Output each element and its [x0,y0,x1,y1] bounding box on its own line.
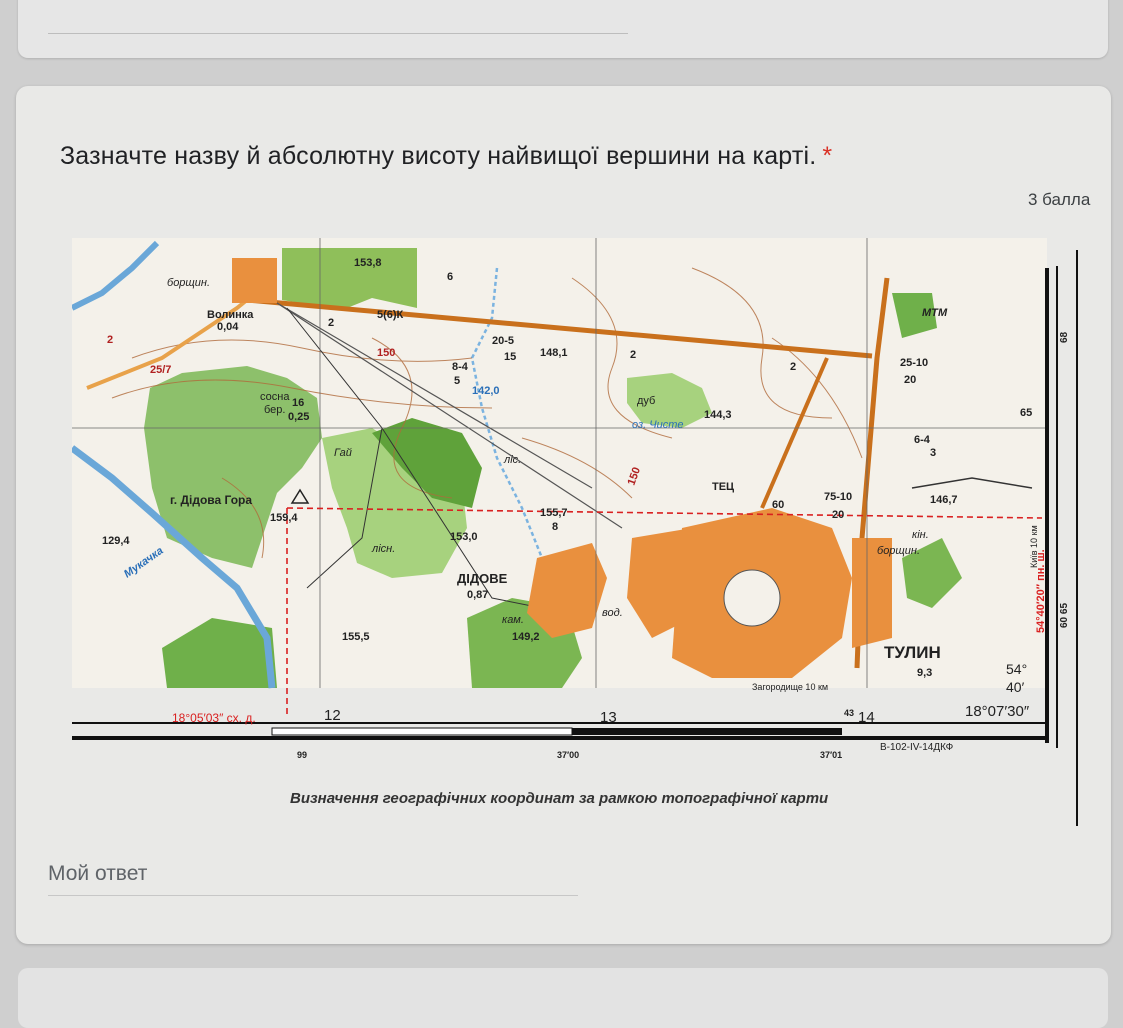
label-1530: 153,0 [450,531,478,543]
label-1294: 129,4 [102,535,130,547]
label-25-7: 25/7 [150,364,171,376]
grid-label-14: 14 [858,709,875,726]
label-40min: 40′ [1006,679,1025,695]
label-1555: 155,5 [342,631,370,643]
answer-input[interactable]: Мой ответ [48,862,147,886]
label-teci: ТЕЦ [712,481,734,493]
question-text: Зазначте назву й абсолютну висоту найвищ… [60,142,817,170]
label-68: 68 [1059,331,1070,343]
label-vod: вод. [602,607,623,619]
required-mark: * [822,142,833,170]
label-volynka: Волинка [207,309,254,321]
label-ber: бер. [264,404,285,416]
map-caption: Визначення географічних координат за рам… [290,790,829,807]
label-1481: 148,1 [540,347,568,359]
label-2d: 2 [790,361,796,373]
label-1492: 149,2 [512,631,540,643]
label-gai: Гай [334,447,352,459]
label-longitude: 18°05′03″ сх. д. [172,711,256,725]
label-didove: ДІДОВЕ [457,571,508,586]
label-1467: 146,7 [930,494,958,506]
label-2a: 2 [328,317,334,329]
label-1420: 142,0 [472,385,500,397]
divider [48,33,628,34]
label-65: 65 [1020,407,1032,419]
label-1557: 155,7 [540,507,568,519]
label-15: 15 [504,351,516,363]
label-dub: дуб [637,395,655,407]
label-volynka-value: 0,04 [217,321,239,333]
label-k75-10: 75-10 [824,491,852,503]
next-question-card [18,968,1108,1028]
label-6065: 60 65 [1059,603,1070,628]
label-lon-corner: 18°07′30″ [965,703,1030,720]
label-99: 99 [297,750,307,760]
label-lisn: лісн. [371,543,395,555]
label-54deg: 54° [1006,661,1027,677]
label-tulyn: ТУЛИН [884,643,941,662]
label-3700: 37′00 [557,750,579,760]
question-title: Зазначте назву й абсолютну висоту найвищ… [60,142,1000,171]
label-lis: ліс. [503,454,521,466]
grid-label-13: 13 [600,709,617,726]
label-3701: 37′01 [820,750,842,760]
label-latitude: 54°40′20″ пн. ш. [1035,549,1047,633]
label-kin: кін. [912,529,929,541]
label-d8-4: 8-4 [452,361,469,373]
label-borshchiv: борщин. [167,277,210,289]
label-k25-10: 25-10 [900,357,928,369]
label-zagorodyshche: Загородище 10 км [752,682,828,692]
label-sheet: В-102-IV-14ДКФ [880,742,954,753]
label-1594: 159,4 [270,512,298,524]
answer-underline [48,895,578,896]
label-56k: 5(6)К [377,309,404,321]
label-5: 5 [454,375,460,387]
grid-label-43: 43 [844,708,854,718]
label-1443: 144,3 [704,409,732,421]
label-60: 60 [772,499,784,511]
label-2c: 2 [630,349,636,361]
label-20b: 20 [832,509,844,521]
previous-question-card [18,0,1108,58]
label-1538: 153,8 [354,257,382,269]
label-6: 6 [447,271,453,283]
label-025: 0,25 [288,411,309,423]
label-8: 8 [552,521,558,533]
label-borshch2: борщин. [877,545,920,557]
label-didova-gora: г. Дідова Гора [170,493,252,507]
label-k20-5: 20-5 [492,335,514,347]
label-16: 16 [292,397,304,409]
label-didove-value: 0,87 [467,589,488,601]
label-150: 150 [377,347,395,359]
label-2b: 2 [107,334,113,346]
label-sosna: сосна [260,391,290,403]
label-mtm: МТМ [922,307,948,319]
topographic-map: борщин. Волинка 0,04 153,8 6 5(6)К 150 2… [69,238,1102,826]
label-kam: кам. [502,614,524,626]
question-points: 3 балла [1028,190,1091,209]
label-d6-4: 6-4 [914,434,931,446]
grid-label-12: 12 [324,707,341,724]
label-20: 20 [904,374,916,386]
label-oz-chyste: оз. Чисте [632,419,684,431]
label-3: 3 [930,447,936,459]
label-tulyn-value: 9,3 [917,667,932,679]
